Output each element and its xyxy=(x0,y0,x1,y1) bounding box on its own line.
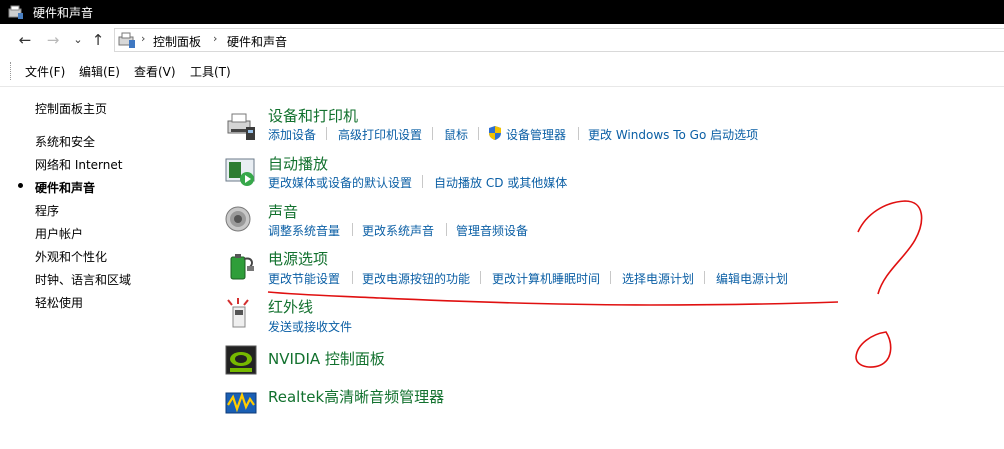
power-options-links: 更改节能设置 更改电源按钮的功能 更改计算机睡眠时间 选择电源计划 编辑电源计划 xyxy=(268,270,808,286)
speaker-icon[interactable] xyxy=(224,203,258,237)
category-title-sound[interactable]: 声音 xyxy=(268,201,298,222)
address-row: ← → ⌄ ↑ › 控制面板 › 硬件和声音 xyxy=(0,24,1004,56)
control-panel-hardware-icon xyxy=(8,5,23,19)
category-title-nvidia[interactable]: NVIDIA 控制面板 xyxy=(268,348,385,369)
sidebar-item-ease-of-access[interactable]: 轻松使用 xyxy=(35,294,83,311)
sidebar-home-link[interactable]: 控制面板主页 xyxy=(35,100,107,117)
link-autoplay-cd[interactable]: 自动播放 CD 或其他媒体 xyxy=(434,174,567,191)
link-choose-power-plan[interactable]: 选择电源计划 xyxy=(622,270,694,287)
link-manage-audio-devices[interactable]: 管理音频设备 xyxy=(456,222,528,239)
recent-locations-chevron-icon[interactable]: ⌄ xyxy=(69,31,87,49)
printer-icon[interactable] xyxy=(224,109,258,143)
link-mouse[interactable]: 鼠标 xyxy=(444,126,468,143)
breadcrumb-control-panel[interactable]: 控制面板 xyxy=(153,33,201,50)
sidebar-item-network-internet[interactable]: 网络和 Internet xyxy=(35,156,122,173)
link-adjust-volume[interactable]: 调整系统音量 xyxy=(268,222,340,239)
sidebar-item-user-accounts[interactable]: 用户帐户 xyxy=(35,225,83,242)
sound-links: 调整系统音量 更改系统声音 管理音频设备 xyxy=(268,222,548,238)
menu-tools[interactable]: 工具(T) xyxy=(190,63,231,80)
menu-file[interactable]: 文件(F) xyxy=(25,63,65,80)
red-question-mark-icon xyxy=(857,200,923,295)
power-options-icon[interactable] xyxy=(224,249,258,283)
menu-edit[interactable]: 编辑(E) xyxy=(79,63,120,80)
red-underline-stroke xyxy=(267,291,839,306)
nvidia-icon[interactable] xyxy=(224,343,258,377)
link-change-sleep-time[interactable]: 更改计算机睡眠时间 xyxy=(492,270,600,287)
link-separator xyxy=(704,271,705,284)
link-change-power-saving[interactable]: 更改节能设置 xyxy=(268,270,340,287)
menu-view[interactable]: 查看(V) xyxy=(134,63,176,80)
breadcrumb-separator-icon: › xyxy=(141,32,146,45)
category-title-autoplay[interactable]: 自动播放 xyxy=(268,153,328,174)
link-separator xyxy=(446,223,447,236)
title-bar: 硬件和声音 xyxy=(0,0,1004,24)
up-arrow-icon[interactable]: ↑ xyxy=(89,31,107,49)
autoplay-links: 更改媒体或设备的默认设置 自动播放 CD 或其他媒体 xyxy=(268,174,588,190)
category-title-power-options[interactable]: 电源选项 xyxy=(268,248,328,269)
sidebar-item-clock-language-region[interactable]: 时钟、语言和区域 xyxy=(35,271,131,288)
link-change-power-button[interactable]: 更改电源按钮的功能 xyxy=(362,270,470,287)
link-change-media-defaults[interactable]: 更改媒体或设备的默认设置 xyxy=(268,174,412,191)
devices-printers-links: 添加设备 高级打印机设置 鼠标 设备管理器 更改 Windows To Go 启… xyxy=(268,126,768,142)
address-bar[interactable]: › 控制面板 › 硬件和声音 xyxy=(114,28,1004,52)
link-device-manager[interactable]: 设备管理器 xyxy=(506,126,566,143)
current-item-bullet-icon xyxy=(18,183,23,188)
hardware-sound-location-icon xyxy=(118,32,135,48)
category-title-infrared[interactable]: 红外线 xyxy=(268,296,313,317)
link-separator xyxy=(432,127,433,140)
infrared-icon[interactable] xyxy=(224,297,258,331)
forward-arrow-icon[interactable]: → xyxy=(44,31,62,49)
link-change-system-sounds[interactable]: 更改系统声音 xyxy=(362,222,434,239)
breadcrumb-hardware-sound[interactable]: 硬件和声音 xyxy=(227,33,287,50)
menu-bar: 文件(F) 编辑(E) 查看(V) 工具(T) xyxy=(0,56,1004,87)
autoplay-icon[interactable] xyxy=(224,155,258,189)
link-add-device[interactable]: 添加设备 xyxy=(268,126,316,143)
link-send-receive-files[interactable]: 发送或接收文件 xyxy=(268,318,352,335)
link-separator xyxy=(610,271,611,284)
link-advanced-printer-setup[interactable]: 高级打印机设置 xyxy=(338,126,422,143)
red-question-dot-icon xyxy=(855,331,892,368)
category-title-realtek[interactable]: Realtek高清晰音频管理器 xyxy=(268,386,444,407)
link-separator xyxy=(352,223,353,236)
sidebar-item-appearance[interactable]: 外观和个性化 xyxy=(35,248,107,265)
realtek-icon[interactable] xyxy=(224,385,258,419)
link-windows-to-go-startup[interactable]: 更改 Windows To Go 启动选项 xyxy=(588,126,758,143)
link-separator xyxy=(326,127,327,140)
uac-shield-icon xyxy=(489,126,501,140)
infrared-links: 发送或接收文件 xyxy=(268,318,388,334)
category-title-devices-printers[interactable]: 设备和打印机 xyxy=(268,105,358,126)
link-separator xyxy=(478,127,479,140)
link-separator xyxy=(422,175,423,188)
link-separator xyxy=(480,271,481,284)
back-arrow-icon[interactable]: ← xyxy=(16,31,34,49)
link-edit-power-plan[interactable]: 编辑电源计划 xyxy=(716,270,788,287)
link-separator xyxy=(352,271,353,284)
link-separator xyxy=(578,127,579,140)
sidebar-item-hardware-sound[interactable]: 硬件和声音 xyxy=(35,179,95,196)
sidebar-item-system-security[interactable]: 系统和安全 xyxy=(35,133,95,150)
menu-grip xyxy=(10,62,12,80)
sidebar-item-programs[interactable]: 程序 xyxy=(35,202,59,219)
window-title: 硬件和声音 xyxy=(33,6,94,20)
breadcrumb-separator-icon: › xyxy=(213,32,218,45)
